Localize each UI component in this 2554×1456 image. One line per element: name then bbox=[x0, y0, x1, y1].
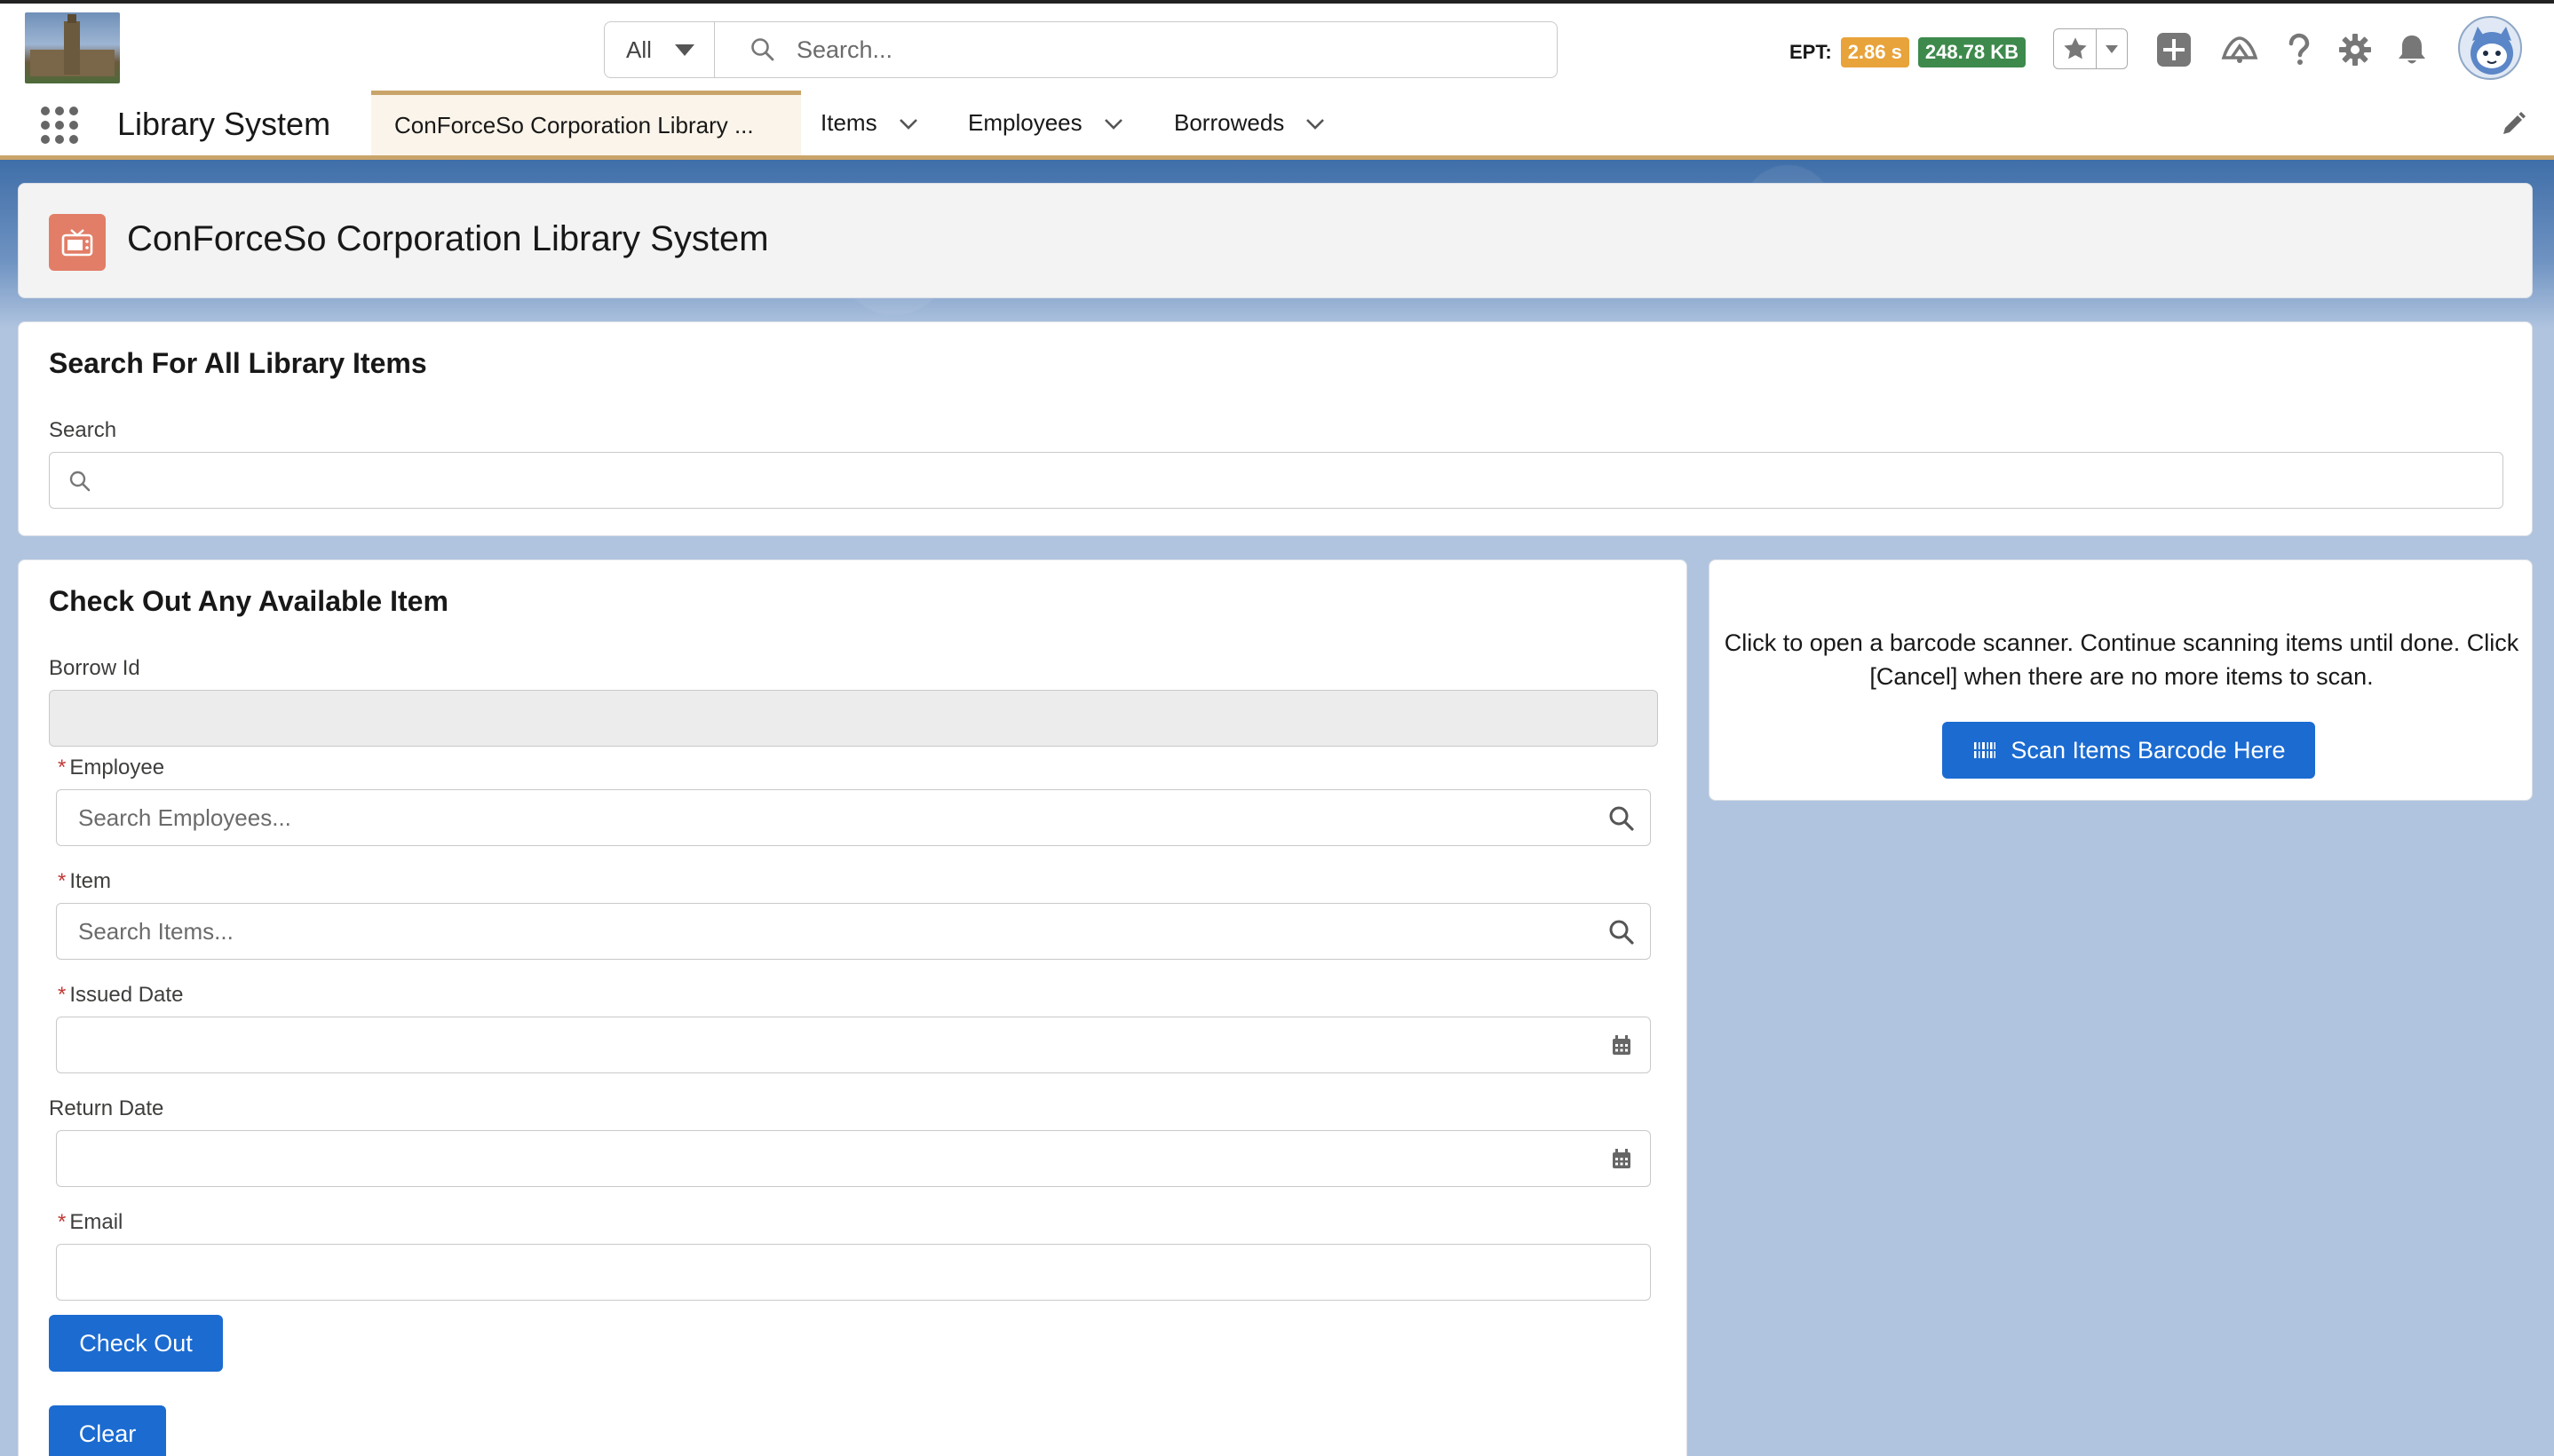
employee-lookup-field bbox=[56, 789, 1651, 846]
avatar[interactable] bbox=[2458, 16, 2522, 80]
issued-date-input[interactable] bbox=[57, 1031, 1650, 1059]
email-field bbox=[56, 1244, 1651, 1301]
tv-icon bbox=[49, 214, 106, 271]
help-button[interactable] bbox=[2279, 30, 2318, 69]
checkout-card-title: Check Out Any Available Item bbox=[49, 585, 448, 617]
search-library-card: Search For All Library Items Search bbox=[18, 321, 2533, 536]
required-marker: * bbox=[58, 869, 67, 893]
global-search: All bbox=[604, 21, 1558, 78]
required-marker: * bbox=[58, 983, 67, 1007]
employee-lookup-input[interactable] bbox=[57, 803, 1650, 832]
item-lookup-field bbox=[56, 903, 1651, 960]
astro-avatar-icon bbox=[2471, 27, 2513, 75]
email-label-text: Email bbox=[69, 1210, 123, 1234]
employee-label: * Employee bbox=[58, 756, 164, 780]
library-search-field bbox=[49, 452, 2503, 509]
issued-date-label: * Issued Date bbox=[58, 983, 183, 1008]
ept-label: EPT: bbox=[1789, 41, 1832, 63]
chevron-down-icon[interactable] bbox=[897, 112, 920, 135]
employee-label-text: Employee bbox=[69, 756, 165, 779]
search-icon bbox=[69, 471, 91, 492]
notifications-button[interactable] bbox=[2392, 30, 2431, 69]
page-header: ConForceSo Corporation Library System bbox=[18, 183, 2533, 298]
search-card-title: Search For All Library Items bbox=[49, 347, 427, 379]
help-icon bbox=[2288, 33, 2310, 65]
add-icon bbox=[2157, 33, 2191, 67]
search-icon bbox=[1609, 806, 1634, 831]
logo-tower-shape bbox=[64, 14, 80, 75]
search-scope-dropdown[interactable]: All bbox=[605, 22, 715, 77]
ept-time-badge: 2.86 s bbox=[1840, 37, 1909, 67]
search-label: Search bbox=[49, 418, 117, 442]
global-header: All EPT: 2.86 s 248.78 KB bbox=[0, 0, 2554, 91]
barcode-scanner-card: Click to open a barcode scanner. Continu… bbox=[1709, 559, 2533, 801]
page-title: ConForceSo Corporation Library System bbox=[127, 219, 769, 258]
email-input[interactable] bbox=[57, 1258, 1650, 1286]
scan-barcode-button-label: Scan Items Barcode Here bbox=[2011, 736, 2286, 764]
trailhead-icon bbox=[2221, 36, 2258, 63]
return-date-input[interactable] bbox=[57, 1144, 1650, 1173]
app-nav-bar: Library System ConForceSo Corporation Li… bbox=[0, 91, 2554, 160]
caret-down-icon bbox=[2106, 45, 2118, 53]
clear-button[interactable]: Clear bbox=[49, 1405, 166, 1456]
favorites-list-button[interactable] bbox=[2097, 29, 2127, 68]
search-icon bbox=[751, 38, 774, 61]
tab-label: Items bbox=[821, 109, 877, 136]
checkout-card: Check Out Any Available Item Borrow Id *… bbox=[18, 559, 1687, 1456]
borrow-id-field bbox=[49, 690, 1658, 747]
app-launcher-icon[interactable] bbox=[39, 105, 80, 146]
scanner-instructions: Click to open a barcode scanner. Continu… bbox=[1724, 629, 2519, 690]
calendar-icon[interactable] bbox=[1607, 1145, 1636, 1174]
calendar-icon[interactable] bbox=[1607, 1032, 1636, 1060]
tab-employees[interactable]: Employees bbox=[968, 91, 1125, 155]
search-icon bbox=[1609, 920, 1634, 945]
library-search-input[interactable] bbox=[50, 466, 2502, 495]
favorites-button[interactable] bbox=[2054, 29, 2097, 68]
return-date-label: Return Date bbox=[49, 1096, 164, 1120]
tab-items[interactable]: Items bbox=[821, 91, 920, 155]
tab-label: Borroweds bbox=[1174, 109, 1285, 136]
setup-button[interactable] bbox=[2336, 30, 2375, 69]
tab-label: Employees bbox=[968, 109, 1083, 136]
favorites-group bbox=[2053, 28, 2128, 69]
edit-icon[interactable] bbox=[2499, 110, 2527, 138]
global-actions-button[interactable] bbox=[2154, 30, 2193, 69]
issued-date-label-text: Issued Date bbox=[69, 983, 184, 1007]
app-name: Library System bbox=[117, 106, 331, 142]
star-icon bbox=[2063, 37, 2087, 59]
issued-date-field bbox=[56, 1017, 1651, 1073]
trailhead-button[interactable] bbox=[2220, 30, 2259, 69]
required-marker: * bbox=[58, 756, 67, 779]
scan-barcode-button[interactable]: Scan Items Barcode Here bbox=[1942, 722, 2315, 779]
gear-icon bbox=[2339, 34, 2371, 66]
global-search-input[interactable] bbox=[797, 36, 1525, 64]
org-logo[interactable] bbox=[25, 12, 120, 83]
chevron-down-icon[interactable] bbox=[1102, 112, 1125, 135]
item-lookup-input[interactable] bbox=[57, 917, 1650, 946]
tab-library-home[interactable]: ConForceSo Corporation Library ... bbox=[371, 91, 801, 155]
barcode-icon bbox=[1972, 742, 1998, 758]
caret-down-icon bbox=[674, 44, 694, 56]
check-out-button[interactable]: Check Out bbox=[49, 1315, 223, 1372]
required-marker: * bbox=[58, 1210, 67, 1234]
search-scope-label: All bbox=[626, 36, 652, 63]
borrow-id-input bbox=[50, 704, 1657, 732]
tab-borroweds[interactable]: Borroweds bbox=[1174, 91, 1327, 155]
ept-size-badge: 248.78 KB bbox=[1917, 37, 2027, 67]
item-label: * Item bbox=[58, 869, 111, 894]
borrow-id-label: Borrow Id bbox=[49, 656, 140, 680]
email-label: * Email bbox=[58, 1210, 123, 1235]
tab-label: ConForceSo Corporation Library ... bbox=[394, 111, 754, 138]
ept-indicator: EPT: 2.86 s 248.78 KB bbox=[1789, 37, 2027, 67]
bell-icon bbox=[2399, 36, 2425, 64]
return-date-field bbox=[56, 1130, 1651, 1187]
chevron-down-icon[interactable] bbox=[1304, 112, 1327, 135]
item-label-text: Item bbox=[69, 869, 112, 893]
